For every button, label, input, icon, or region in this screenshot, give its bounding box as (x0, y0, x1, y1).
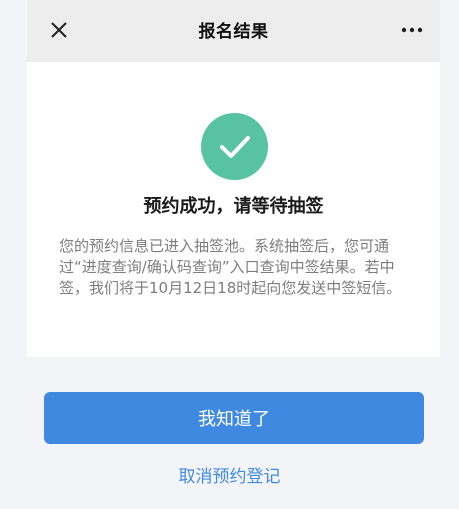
cancel-registration-link[interactable]: 取消预约登记 (0, 462, 459, 487)
checkmark-icon (201, 113, 268, 180)
page-title: 报名结果 (198, 22, 269, 42)
result-card: 预约成功，请等待抽签 您的预约信息已进入抽签池。系统抽签后，您可通过“进度查询/… (27, 62, 440, 357)
result-description: 您的预约信息已进入抽签池。系统抽签后，您可通过“进度查询/确认码查询”入口查询中… (59, 237, 402, 297)
result-headline: 预约成功，请等待抽签 (143, 196, 324, 217)
top-nav-bar: 报名结果 (27, 0, 440, 62)
more-icon[interactable] (398, 20, 426, 40)
confirm-button[interactable]: 我知道了 (44, 392, 424, 444)
